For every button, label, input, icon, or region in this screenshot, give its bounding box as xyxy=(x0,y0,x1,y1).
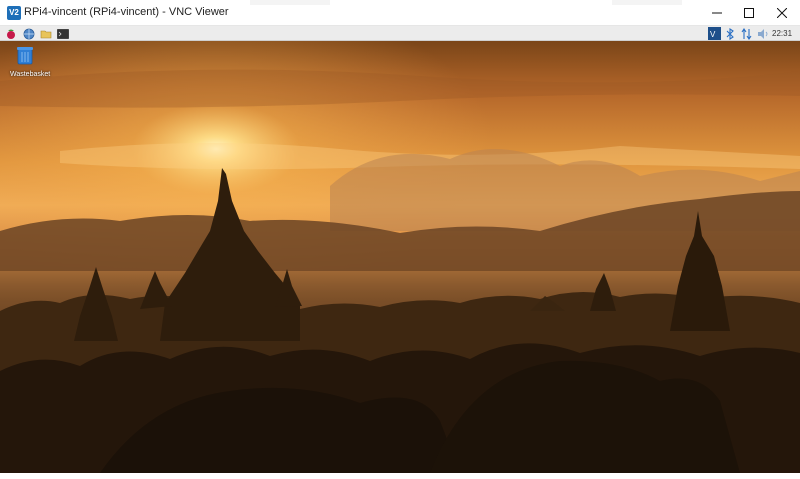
file-manager-button[interactable] xyxy=(39,27,52,40)
svg-text:V: V xyxy=(710,30,716,39)
raspberry-menu-icon xyxy=(6,29,15,39)
window-bottom-border xyxy=(0,473,800,479)
ghost-tab-strip xyxy=(250,0,330,5)
terminal-icon xyxy=(56,28,69,39)
trash-icon xyxy=(17,47,33,65)
minimize-icon xyxy=(712,12,722,14)
volume-icon xyxy=(758,28,768,39)
maximize-button[interactable] xyxy=(733,0,765,26)
raspberry-menu-button[interactable] xyxy=(4,27,17,40)
panel-clock[interactable]: 22:31 xyxy=(772,27,792,40)
vnc-tray-button[interactable]: V xyxy=(707,27,721,40)
network-button[interactable] xyxy=(740,27,752,40)
file-manager-icon xyxy=(40,30,51,38)
close-button[interactable] xyxy=(766,0,798,26)
terminal-button[interactable] xyxy=(56,27,69,40)
vnc-tray-icon: V xyxy=(707,27,721,40)
minimize-button[interactable] xyxy=(701,0,733,26)
bluetooth-icon xyxy=(726,27,734,40)
web-browser-button[interactable] xyxy=(22,27,35,40)
desktop-icon-label: Wastebasket xyxy=(10,71,51,78)
desktop[interactable]: Wastebasket xyxy=(0,41,800,473)
web-browser-icon xyxy=(23,28,34,39)
close-icon xyxy=(777,8,787,18)
window-title: RPi4-vincent (RPi4-vincent) - VNC Viewer xyxy=(24,6,229,18)
desktop-icon-wastebasket[interactable]: Wastebasket xyxy=(10,45,51,78)
volume-button[interactable] xyxy=(757,27,769,40)
maximize-icon xyxy=(744,8,754,18)
vnc-viewer-icon: V2 xyxy=(7,6,21,20)
network-icon xyxy=(741,27,751,40)
taskbar-panel: V 22:31 xyxy=(0,26,800,41)
ghost-tab-strip xyxy=(612,0,682,5)
wallpaper-image xyxy=(0,41,800,473)
window-title-bar[interactable]: V2 RPi4-vincent (RPi4-vincent) - VNC Vie… xyxy=(0,0,800,26)
bluetooth-button[interactable] xyxy=(725,27,735,40)
